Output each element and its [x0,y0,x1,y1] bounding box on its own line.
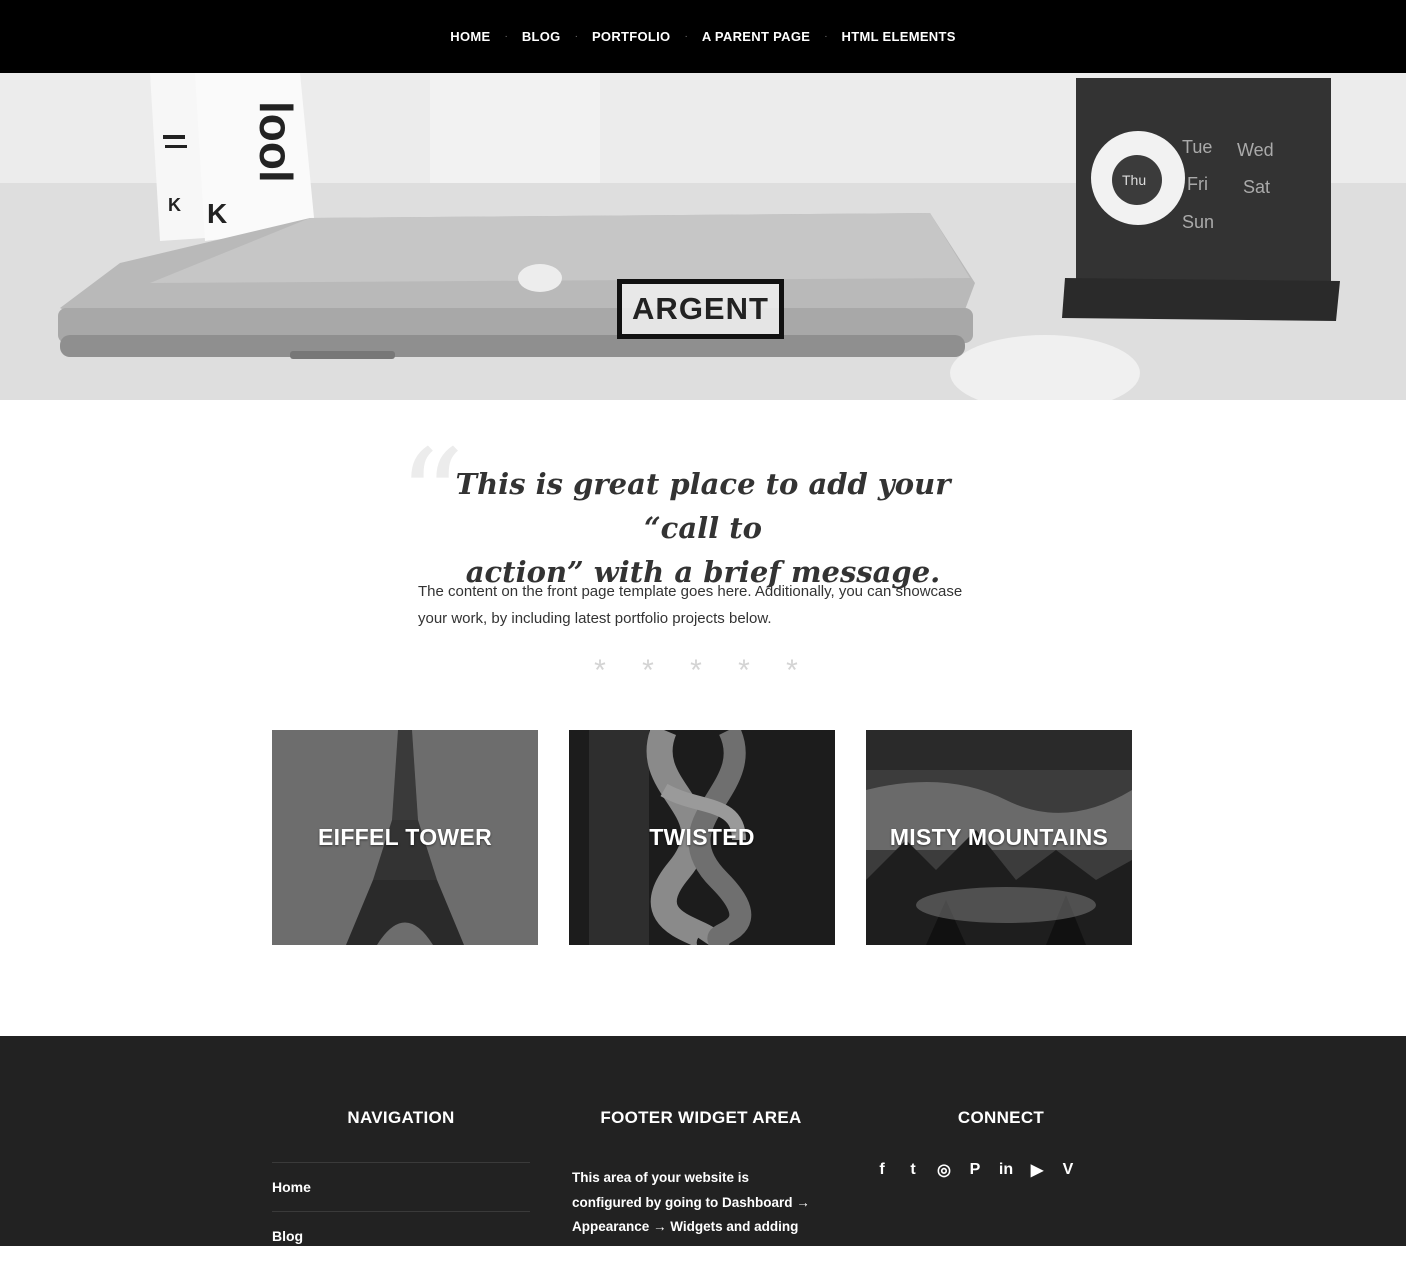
call-to-action-heading: This is great place to add your “call to… [420,462,986,594]
nav-separator: · [684,31,688,42]
portfolio-item-misty-mountains[interactable]: MISTY MOUNTAINS [866,730,1132,945]
footer-nav-item-home: Home [272,1162,530,1211]
portfolio-title: MISTY MOUNTAINS [889,824,1109,850]
nav-link-portfolio[interactable]: PORTFOLIO [588,29,675,44]
social-icons: f t ◎ P in ▶ V [872,1160,1078,1180]
hero-header: K K lool Thu Tue Wed Fri Sat Sun ARGENT [0,73,1406,400]
calendar-day-wed: Wed [1237,140,1274,160]
book-letter-2: K [207,198,227,229]
portfolio-item-twisted[interactable]: TWISTED [569,730,835,945]
nav-item-home: HOME [446,29,494,44]
portfolio-grid: EIFFEL TOWER TWISTED MISTY MOUNTAINS [272,730,1132,945]
book-letter-1: K [168,195,181,215]
main-navigation: HOME · BLOG · PORTFOLIO · A PARENT PAGE … [0,0,1406,73]
footer-link-home[interactable]: Home [272,1179,311,1195]
footer-nav-item-blog: Blog [272,1211,530,1260]
nav-link-home[interactable]: HOME [446,29,494,44]
nav-link-blog[interactable]: BLOG [518,29,565,44]
nav-separator: · [504,31,508,42]
twitter-icon[interactable]: t [903,1160,923,1180]
footer-nav-list: Home Blog [272,1162,530,1260]
footer-navigation-heading: NAVIGATION [347,1108,455,1127]
book-spine-text: lool [250,101,302,183]
nav-item-html-elements: HTML ELEMENTS [838,29,960,44]
youtube-icon[interactable]: ▶ [1027,1160,1047,1180]
facebook-icon[interactable]: f [872,1160,892,1180]
hero-image: K K lool Thu Tue Wed Fri Sat Sun [0,73,1406,400]
site-title: ARGENT [632,291,769,326]
portfolio-item-eiffel-tower[interactable]: EIFFEL TOWER [272,730,538,945]
instagram-icon[interactable]: ◎ [934,1160,954,1180]
footer-link-blog[interactable]: Blog [272,1228,303,1244]
calendar-day-thu: Thu [1122,172,1146,188]
intro-paragraph: The content on the front page template g… [418,583,963,627]
pinterest-icon[interactable]: P [965,1160,985,1180]
nav-menu: HOME · BLOG · PORTFOLIO · A PARENT PAGE … [446,29,959,44]
calendar-day-fri: Fri [1187,174,1208,194]
footer-connect-heading: CONNECT [957,1108,1045,1127]
vimeo-icon[interactable]: V [1058,1160,1078,1180]
calendar-day-sat: Sat [1243,177,1270,197]
site-logo[interactable]: ARGENT [617,279,784,339]
portfolio-title: TWISTED [649,824,755,850]
nav-item-portfolio: PORTFOLIO [588,29,675,44]
section-divider-stars: * * * * * [594,654,812,687]
footer-widget-heading: FOOTER WIDGET AREA [600,1108,802,1127]
nav-separator: · [824,31,828,42]
nav-link-parent-page[interactable]: A PARENT PAGE [698,29,814,44]
nav-item-parent-page: A PARENT PAGE [698,29,814,44]
nav-item-blog: BLOG [518,29,565,44]
portfolio-title: EIFFEL TOWER [318,824,492,850]
calendar-day-sun: Sun [1182,212,1214,232]
linkedin-icon[interactable]: in [996,1160,1016,1180]
site-footer: NAVIGATION Home Blog FOOTER WIDGET AREA … [0,1036,1406,1259]
nav-link-html-elements[interactable]: HTML ELEMENTS [838,29,960,44]
cta-line-1: This is great place to add your “call to [455,467,951,545]
footer-widget-text: This area of your website is configured … [572,1170,810,1259]
nav-separator: · [574,31,578,42]
calendar-day-tue: Tue [1182,137,1212,157]
